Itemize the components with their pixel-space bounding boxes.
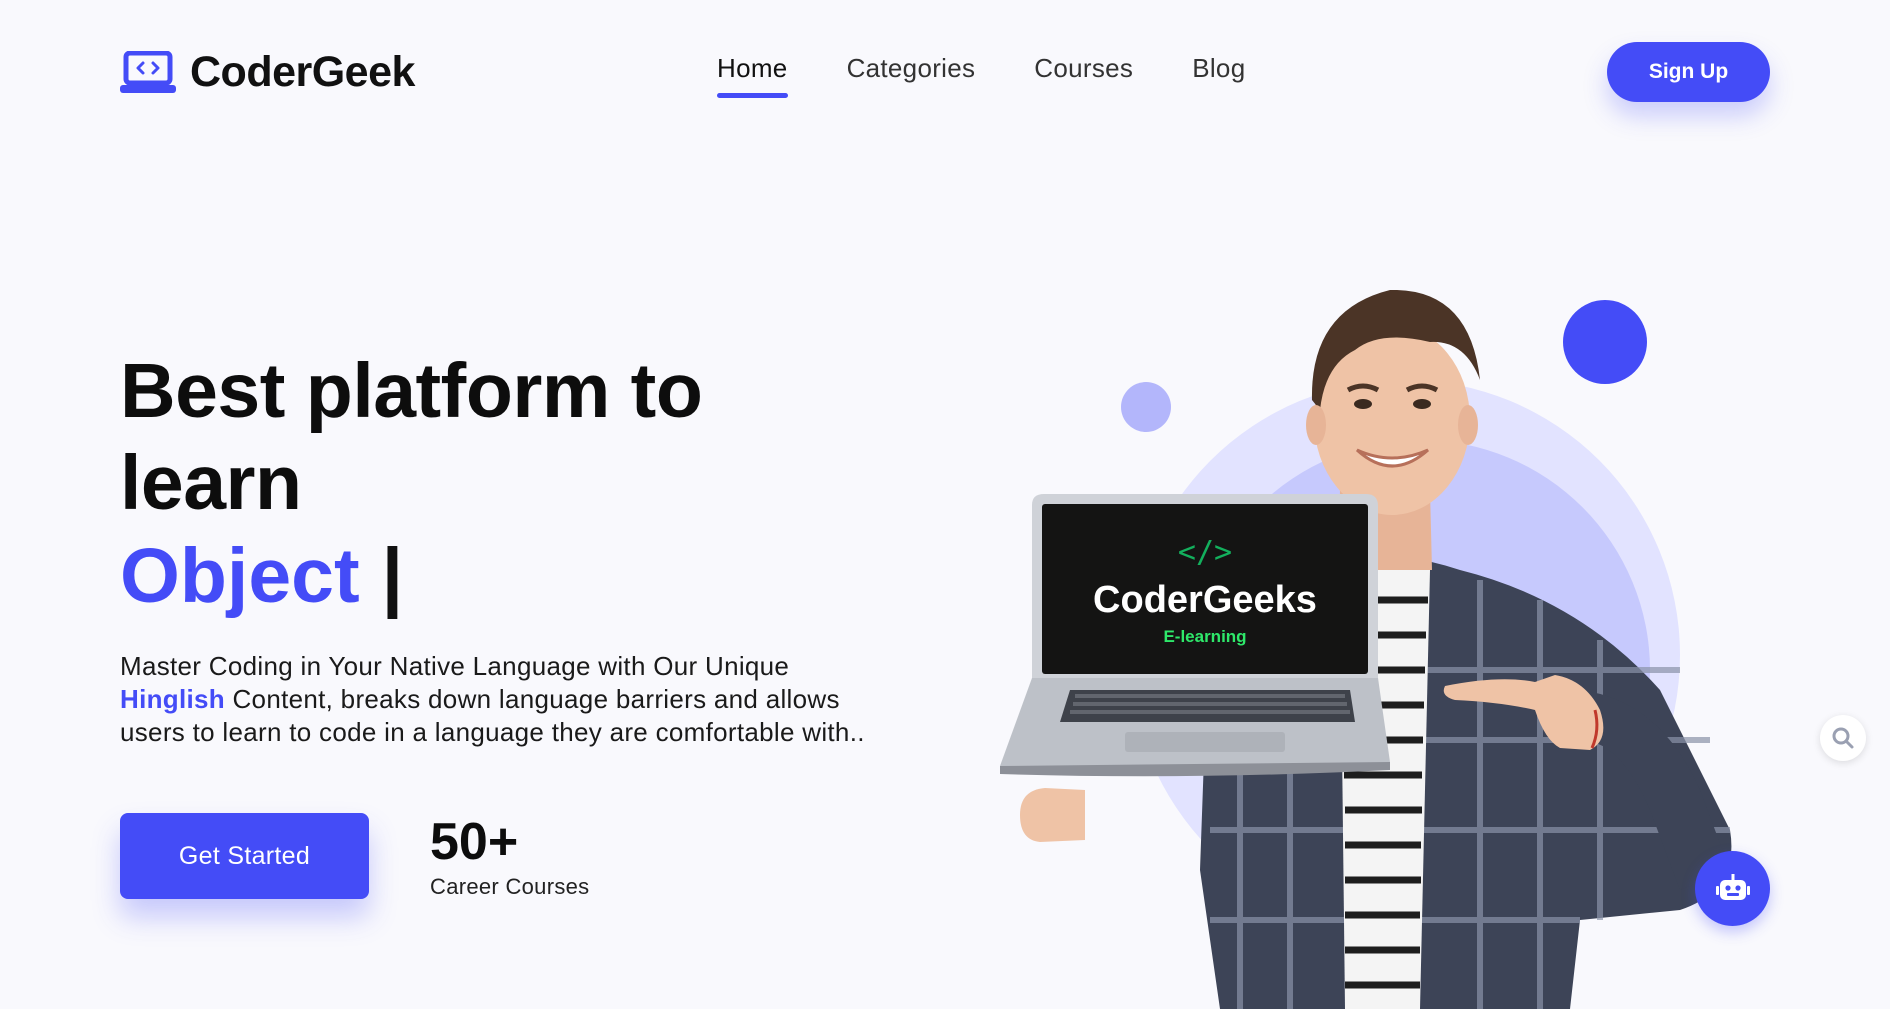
robot-icon — [1715, 873, 1750, 900]
decor-dot-large — [1563, 300, 1647, 384]
site-header: CoderGeek Home Categories Courses Blog S… — [0, 0, 1890, 145]
typed-headline: Object | — [120, 530, 403, 622]
screen-brand: CoderGeeks — [1093, 579, 1317, 621]
nav-home[interactable]: Home — [717, 53, 788, 98]
description-text: Master Coding in Your Native Language wi… — [120, 651, 790, 681]
typing-cursor: | — [381, 533, 404, 619]
side-search-widget[interactable] — [1820, 715, 1866, 761]
hero-title: Best platform to learn — [120, 348, 703, 526]
description-highlight: Hinglish — [120, 684, 225, 714]
typed-word: Object — [120, 533, 360, 619]
search-icon — [1832, 727, 1854, 749]
decor-dot-small — [1121, 382, 1171, 432]
get-started-button[interactable]: Get Started — [120, 813, 369, 899]
nav-courses[interactable]: Courses — [1034, 53, 1133, 92]
nav-categories[interactable]: Categories — [847, 53, 976, 92]
hero-description: Master Coding in Your Native Language wi… — [120, 650, 900, 749]
chatbot-button[interactable] — [1695, 851, 1770, 926]
screen-tagline: E-learning — [1163, 627, 1246, 646]
signup-button[interactable]: Sign Up — [1607, 42, 1770, 102]
laptop-illustration: </> CoderGeeks E-learning — [1000, 494, 1390, 777]
courses-stat: 50+ Career Courses — [430, 812, 589, 900]
laptop-code-icon — [120, 50, 176, 93]
hero-illustration: </> CoderGeeks E-learning — [1000, 289, 1732, 1009]
code-symbol: </> — [1178, 535, 1232, 570]
nav-blog[interactable]: Blog — [1192, 53, 1245, 92]
stat-value: 50+ — [430, 813, 519, 871]
brand-logo[interactable]: CoderGeek — [120, 48, 415, 97]
stat-label: Career Courses — [430, 874, 590, 899]
main-nav: Home Categories Courses Blog — [717, 53, 1304, 98]
description-text-rest: Content, breaks down language barriers a… — [120, 684, 865, 747]
brand-name: CoderGeek — [190, 48, 415, 96]
